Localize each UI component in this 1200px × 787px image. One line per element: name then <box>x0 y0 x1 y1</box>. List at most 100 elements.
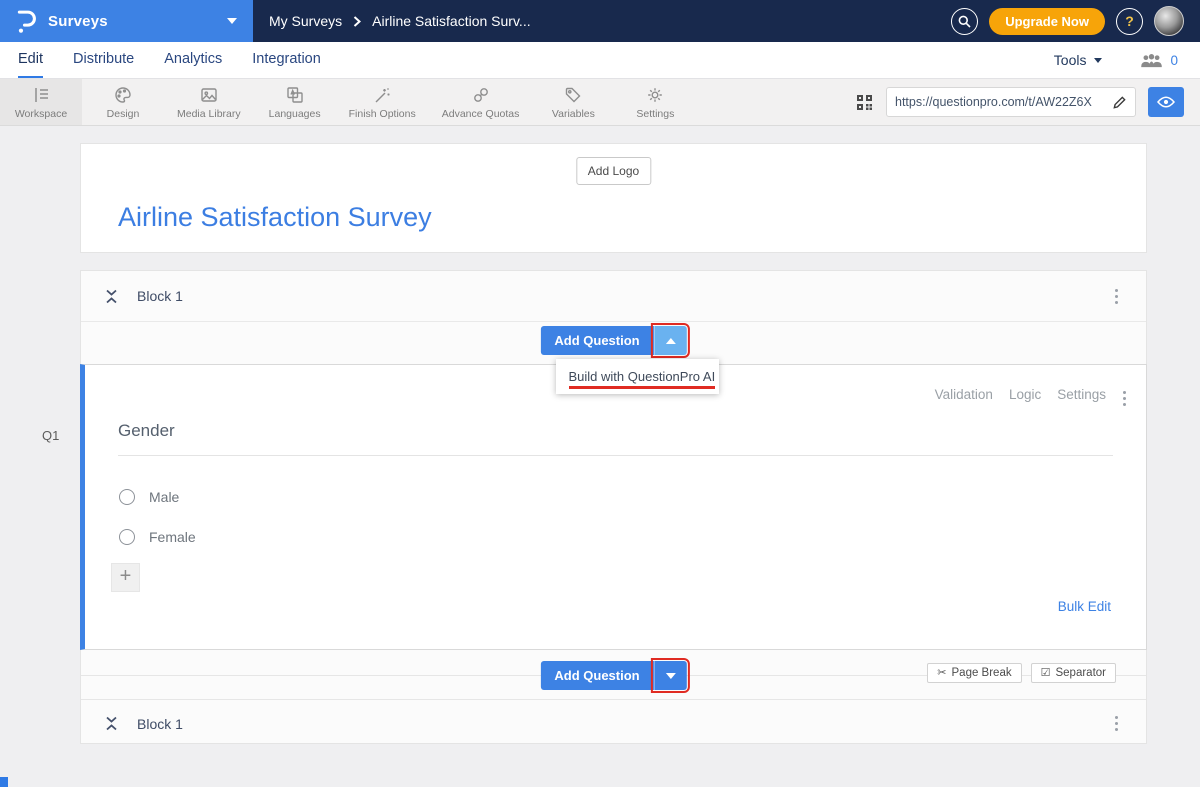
kebab-menu-icon[interactable] <box>1111 712 1122 735</box>
breadcrumb-survey-name: Airline Satisfaction Surv... <box>372 13 530 29</box>
tab-distribute[interactable]: Distribute <box>73 42 134 78</box>
add-question-button[interactable]: Add Question <box>540 326 653 355</box>
tab-edit[interactable]: Edit <box>18 42 43 78</box>
add-option-button[interactable]: + <box>111 563 140 592</box>
search-icon[interactable] <box>951 8 978 35</box>
add-question-split-button: Add Question <box>540 326 686 355</box>
add-question-split-button: Add Question <box>540 661 686 690</box>
tag-icon <box>563 85 583 105</box>
magic-wand-icon <box>372 85 392 105</box>
radio-button[interactable] <box>119 489 135 505</box>
add-logo-button[interactable]: Add Logo <box>576 157 651 185</box>
top-bar: Surveys My Surveys Airline Satisfaction … <box>0 0 1200 42</box>
user-avatar[interactable] <box>1154 6 1184 36</box>
collapse-icon[interactable] <box>105 288 118 305</box>
questionpro-logo-icon <box>16 9 37 34</box>
palette-icon <box>113 85 133 105</box>
answer-option-female: Female <box>119 529 196 545</box>
answer-option-male: Male <box>119 489 179 505</box>
collaborators-count: 0 <box>1170 53 1178 68</box>
chevron-up-icon <box>666 338 676 344</box>
toolbar-item-media-library[interactable]: Media Library <box>164 79 254 125</box>
product-name: Surveys <box>48 13 108 30</box>
chat-widget-corner[interactable] <box>0 777 8 787</box>
editor-toolbar: Workspace Design Media Library <box>0 79 1200 126</box>
add-question-dropdown-menu: Build with QuestionPro AI <box>556 359 719 394</box>
survey-url: https://questionpro.com/t/AW22Z6X <box>895 95 1106 109</box>
add-question-zone-top: Add Question Build with QuestionPro AI <box>81 322 1146 364</box>
collaborators-indicator[interactable]: 0 <box>1140 53 1178 68</box>
insert-controls: ✂ Page Break ☑ Separator <box>927 663 1116 683</box>
pencil-icon[interactable] <box>1112 95 1127 110</box>
settings-link[interactable]: Settings <box>1057 387 1106 402</box>
validation-link[interactable]: Validation <box>935 387 993 402</box>
chevron-down-icon <box>666 673 676 679</box>
option-label[interactable]: Female <box>149 529 196 545</box>
chain-links-icon <box>471 85 491 105</box>
product-switcher[interactable]: Surveys <box>0 0 253 42</box>
preview-button[interactable] <box>1148 87 1184 117</box>
block-title[interactable]: Block 1 <box>137 288 183 304</box>
image-icon <box>199 85 219 105</box>
kebab-menu-icon[interactable] <box>1111 285 1122 308</box>
survey-url-field[interactable]: https://questionpro.com/t/AW22Z6X <box>886 87 1136 117</box>
upgrade-now-button[interactable]: Upgrade Now <box>989 8 1105 35</box>
nav-right: Tools 0 <box>1054 42 1178 78</box>
separator-button[interactable]: ☑ Separator <box>1031 663 1116 683</box>
help-icon[interactable]: ? <box>1116 8 1143 35</box>
menu-item-build-with-questionpro-ai[interactable]: Build with QuestionPro AI <box>556 359 719 394</box>
chevron-down-icon <box>1094 58 1102 63</box>
add-question-zone-bottom: Add Question ✂ Page Break ☑ Separator <box>81 650 1146 699</box>
breadcrumb: My Surveys Airline Satisfaction Surv... <box>253 0 951 42</box>
toolbar-item-variables[interactable]: Variables <box>532 79 614 125</box>
eye-icon <box>1157 96 1175 108</box>
toolbar-item-advance-quotas[interactable]: Advance Quotas <box>429 79 533 125</box>
toolbar-item-workspace[interactable]: Workspace <box>0 79 82 125</box>
block-header: Block 1 <box>81 271 1146 322</box>
question-card: Validation Logic Settings Gender Male Fe… <box>80 364 1147 650</box>
page-break-button[interactable]: ✂ Page Break <box>927 663 1021 683</box>
radio-button[interactable] <box>119 529 135 545</box>
option-label[interactable]: Male <box>149 489 179 505</box>
bulk-edit-link[interactable]: Bulk Edit <box>1058 599 1111 614</box>
translate-icon <box>285 85 305 105</box>
block-card: Block 1 Add Question Build with Question… <box>80 270 1147 744</box>
nav-tabs: Edit Distribute Analytics Integration <box>18 42 321 78</box>
qr-code-icon[interactable] <box>855 93 874 112</box>
survey-editor-app: Surveys My Surveys Airline Satisfaction … <box>0 0 1200 787</box>
workspace-list-icon <box>31 85 51 105</box>
tools-label: Tools <box>1054 52 1087 68</box>
logic-link[interactable]: Logic <box>1009 387 1041 402</box>
survey-header-card: Add Logo Airline Satisfaction Survey <box>80 143 1147 253</box>
block-title[interactable]: Block 1 <box>137 716 183 732</box>
toolbar-item-design[interactable]: Design <box>82 79 164 125</box>
toolbar-item-settings[interactable]: Settings <box>614 79 696 125</box>
top-actions: Upgrade Now ? <box>951 0 1200 42</box>
survey-title[interactable]: Airline Satisfaction Survey <box>118 202 432 233</box>
collapse-icon[interactable] <box>105 715 118 732</box>
question-number: Q1 <box>42 428 59 443</box>
add-question-dropdown-toggle[interactable] <box>654 661 687 690</box>
checkbox-icon: ☑ <box>1041 668 1051 679</box>
add-question-button[interactable]: Add Question <box>540 661 653 690</box>
tab-integration[interactable]: Integration <box>252 42 321 78</box>
add-question-dropdown-toggle[interactable] <box>654 326 687 355</box>
question-actions: Validation Logic Settings <box>935 387 1106 402</box>
people-icon <box>1140 53 1163 68</box>
chevron-down-icon <box>227 18 237 24</box>
question-title-underline <box>118 455 1113 456</box>
section-nav: Edit Distribute Analytics Integration To… <box>0 42 1200 79</box>
block2-header: Block 1 <box>81 699 1146 747</box>
toolbar-item-languages[interactable]: Languages <box>254 79 336 125</box>
scissors-icon: ✂ <box>937 668 946 679</box>
tab-analytics[interactable]: Analytics <box>164 42 222 78</box>
toolbar-item-finish-options[interactable]: Finish Options <box>336 79 429 125</box>
question-title[interactable]: Gender <box>118 421 175 441</box>
editor-canvas: Add Logo Airline Satisfaction Survey Q1 … <box>0 126 1200 787</box>
breadcrumb-my-surveys[interactable]: My Surveys <box>269 13 342 29</box>
question-kebab-menu-icon[interactable] <box>1119 387 1130 410</box>
breadcrumb-chevron-icon <box>353 16 361 27</box>
tools-menu[interactable]: Tools <box>1054 52 1103 68</box>
gear-icon <box>645 85 665 105</box>
toolbar-right: https://questionpro.com/t/AW22Z6X <box>855 79 1200 125</box>
